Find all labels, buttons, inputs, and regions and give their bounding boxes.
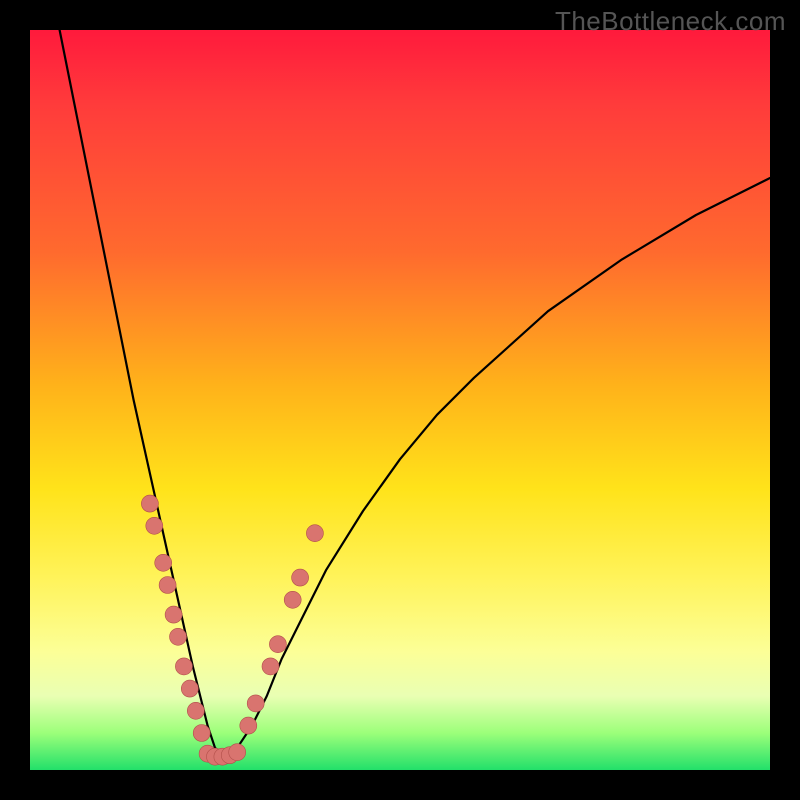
data-bead — [141, 495, 158, 512]
data-bead — [159, 577, 176, 594]
data-bead — [240, 717, 257, 734]
curve-svg — [30, 30, 770, 770]
chart-frame: TheBottleneck.com — [0, 0, 800, 800]
data-bead — [262, 658, 279, 675]
v-curve — [60, 30, 770, 755]
data-bead — [155, 554, 172, 571]
data-bead — [175, 658, 192, 675]
data-bead — [193, 725, 210, 742]
data-bead — [269, 636, 286, 653]
watermark-text: TheBottleneck.com — [555, 6, 786, 37]
plot-area — [30, 30, 770, 770]
data-bead — [229, 744, 246, 761]
data-bead — [187, 702, 204, 719]
data-bead — [165, 606, 182, 623]
data-bead — [247, 695, 264, 712]
data-bead — [181, 680, 198, 697]
data-bead — [146, 517, 163, 534]
data-bead — [170, 628, 187, 645]
data-bead — [284, 591, 301, 608]
data-bead — [292, 569, 309, 586]
data-bead — [306, 525, 323, 542]
